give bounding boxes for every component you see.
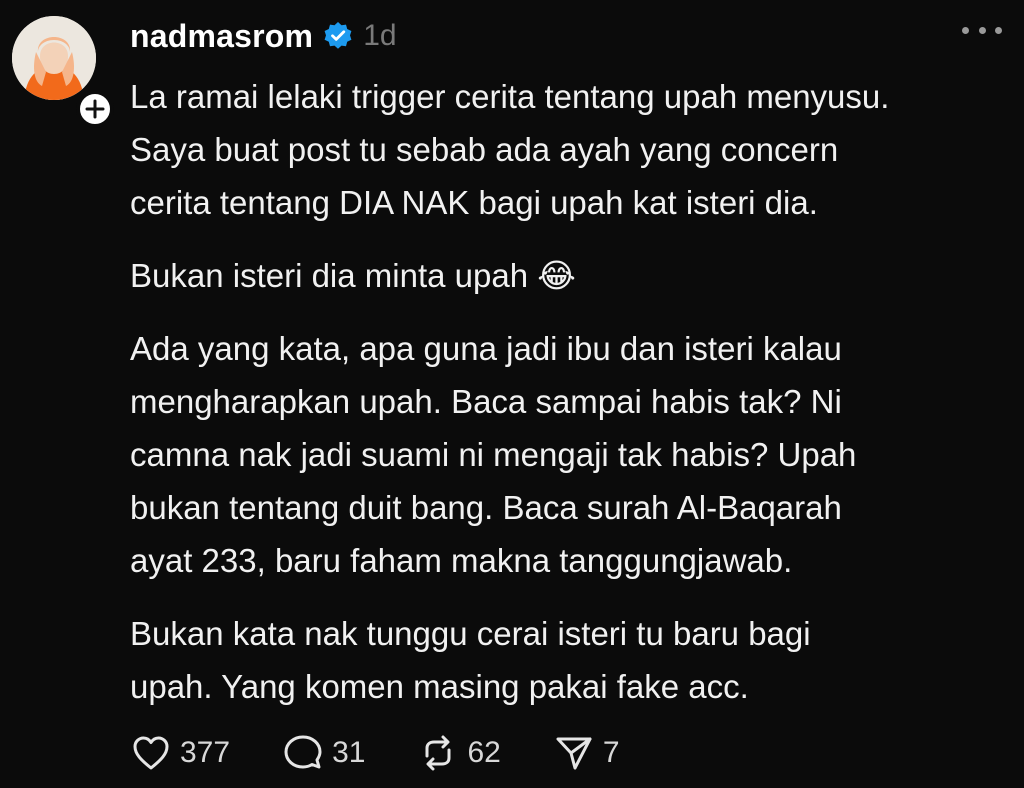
share-count: 7 — [602, 736, 620, 769]
plus-icon — [85, 99, 105, 119]
like-count: 377 — [180, 736, 231, 769]
post-timestamp: 1d — [363, 19, 397, 52]
post-avatar[interactable] — [12, 16, 114, 128]
follow-button[interactable] — [76, 90, 114, 128]
share-button[interactable]: 7 — [555, 734, 620, 772]
repost-icon — [425, 735, 451, 771]
avatar[interactable] — [12, 16, 96, 100]
comment-button[interactable]: 31 — [284, 734, 365, 772]
post-paragraph-3: Ada yang kata, apa guna jadi ibu dan ist… — [130, 330, 857, 579]
verified-badge-icon — [324, 22, 352, 49]
send-icon — [556, 737, 592, 770]
more-options-icon[interactable] — [962, 22, 1002, 38]
post-body: La ramai lelaki trigger cerita tentang u… — [130, 70, 1010, 733]
like-button[interactable]: 377 — [132, 735, 230, 771]
post-paragraph-1: La ramai lelaki trigger cerita tentang u… — [130, 78, 890, 221]
comment-bubble-icon — [284, 735, 322, 769]
comment-count: 31 — [332, 736, 366, 769]
username[interactable]: nadmasrom — [130, 18, 313, 55]
post-paragraph-4: Bukan kata nak tunggu cerai isteri tu ba… — [130, 615, 811, 705]
post-action-bar: 377 31 62 7 — [132, 728, 674, 778]
repost-button[interactable]: 62 — [419, 734, 501, 772]
post-paragraph-2: Bukan isteri dia minta upah 😂 — [130, 257, 576, 294]
heart-icon — [133, 736, 169, 770]
repost-count: 62 — [467, 736, 501, 769]
post-header: nadmasrom 1d — [130, 14, 1004, 58]
